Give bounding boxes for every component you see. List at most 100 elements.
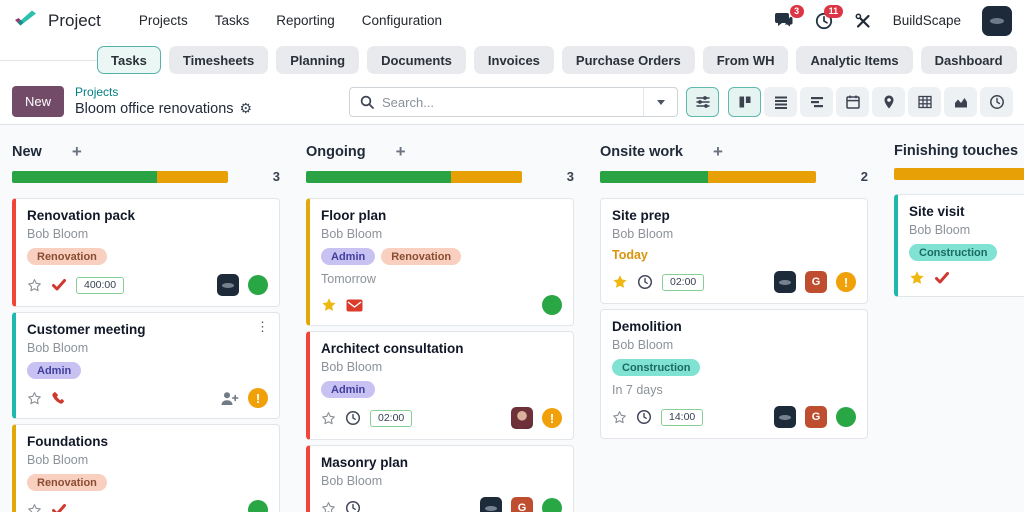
tab-dashboard[interactable]: Dashboard [921,46,1017,74]
star-icon[interactable] [321,501,336,512]
tag-pill[interactable]: Construction [909,244,997,261]
assignee-avatar[interactable] [774,406,796,428]
column-progressbar[interactable] [306,171,522,183]
tab-timesheets[interactable]: Timesheets [169,46,268,74]
kanban-view-button[interactable] [728,87,761,117]
clock-icon[interactable] [345,410,361,426]
progress-success-segment[interactable] [306,171,451,183]
menu-item-reporting[interactable]: Reporting [276,13,335,28]
new-button[interactable]: New [12,86,64,117]
gantt-view-button[interactable] [800,87,833,117]
tag-pill[interactable]: Admin [321,248,375,265]
graph-view-button[interactable] [944,87,977,117]
assignee-avatar-letter[interactable]: G [805,406,827,428]
calendar-view-button[interactable] [836,87,869,117]
star-icon[interactable] [27,503,42,512]
task-card[interactable]: ⋮ Customer meeting Bob Bloom Admin [12,312,280,419]
assignee-avatar[interactable] [480,497,502,512]
tag-pill[interactable]: Admin [321,381,375,398]
tag-pill[interactable]: Renovation [27,474,107,491]
pivot-view-button[interactable] [908,87,941,117]
breadcrumb-parent-link[interactable]: Projects [75,85,252,100]
tag-pill[interactable]: Construction [612,359,700,376]
add-card-button[interactable]: + [72,143,82,160]
messages-button[interactable]: 3 [774,12,794,29]
card-menu-icon[interactable]: ⋮ [256,320,269,333]
status-done-icon[interactable] [542,295,562,315]
clock-icon[interactable] [636,409,652,425]
check-icon[interactable] [51,503,67,512]
progress-warning-segment[interactable] [708,171,816,183]
user-avatar[interactable] [982,6,1012,36]
task-card[interactable]: Demolition Bob Bloom Construction In 7 d… [600,309,868,439]
star-icon[interactable] [27,278,42,293]
person-plus-icon[interactable] [220,391,239,406]
check-icon[interactable] [51,278,67,292]
envelope-icon[interactable] [346,299,363,312]
menu-item-tasks[interactable]: Tasks [215,13,250,28]
progress-success-segment[interactable] [600,171,708,183]
column-progressbar[interactable] [894,168,1024,180]
assignee-avatar-photo[interactable] [511,407,533,429]
odoo-check-logo-icon[interactable] [12,9,39,33]
status-warning-icon[interactable]: ! [836,272,856,292]
clock-icon[interactable] [637,274,653,290]
tab-documents[interactable]: Documents [367,46,466,74]
list-view-button[interactable] [764,87,797,117]
tab-planning[interactable]: Planning [276,46,359,74]
settings-gear-icon[interactable]: ⚙ [240,100,253,118]
activity-view-button[interactable] [980,87,1013,117]
column-progressbar[interactable] [12,171,228,183]
column-progressbar[interactable] [600,171,816,183]
check-icon[interactable] [934,271,950,285]
status-warning-icon[interactable]: ! [248,388,268,408]
status-done-icon[interactable] [836,407,856,427]
assignee-avatar-letter[interactable]: G [511,497,533,512]
search-input[interactable] [374,95,643,110]
progress-warning-segment[interactable] [894,168,1024,180]
search-dropdown-toggle[interactable] [643,88,677,116]
add-card-button[interactable]: + [713,143,723,160]
task-card[interactable]: Site prep Bob Bloom Today 02:00 G ! [600,198,868,304]
status-done-icon[interactable] [248,275,268,295]
tab-invoices[interactable]: Invoices [474,46,554,74]
task-card[interactable]: Masonry plan Bob Bloom G [306,445,574,512]
task-card[interactable]: Architect consultation Bob Bloom Admin 0… [306,331,574,440]
assignee-avatar-letter[interactable]: G [805,271,827,293]
clock-icon[interactable] [345,500,361,512]
progress-warning-segment[interactable] [451,171,522,183]
assignee-avatar[interactable] [217,274,239,296]
progress-success-segment[interactable] [12,171,157,183]
tab-analytic-items[interactable]: Analytic Items [796,46,912,74]
task-card[interactable]: Foundations Bob Bloom Renovation [12,424,280,512]
status-done-icon[interactable] [248,500,268,512]
star-icon[interactable] [612,410,627,425]
company-name[interactable]: BuildScape [893,13,961,28]
tag-pill[interactable]: Renovation [27,248,107,265]
task-card[interactable]: Site visit Bob Bloom Construction [894,194,1024,297]
add-card-button[interactable]: + [396,143,406,160]
star-icon[interactable] [27,391,42,406]
task-card[interactable]: Floor plan Bob Bloom Admin Renovation To… [306,198,574,326]
tag-pill[interactable]: Renovation [381,248,461,265]
menu-item-projects[interactable]: Projects [139,13,188,28]
star-icon[interactable] [612,274,628,290]
tools-button[interactable] [854,12,872,30]
star-icon[interactable] [321,297,337,313]
phone-icon[interactable] [51,391,66,406]
assignee-avatar[interactable] [774,271,796,293]
star-icon[interactable] [321,411,336,426]
task-card[interactable]: Renovation pack Bob Bloom Renovation 400… [12,198,280,307]
menu-item-configuration[interactable]: Configuration [362,13,442,28]
tab-tasks[interactable]: Tasks [97,46,161,74]
progress-warning-segment[interactable] [157,171,228,183]
tag-pill[interactable]: Admin [27,362,81,379]
sliders-toggle-button[interactable] [686,87,719,117]
status-warning-icon[interactable]: ! [542,408,562,428]
star-icon[interactable] [909,270,925,286]
map-view-button[interactable] [872,87,905,117]
tab-from-wh[interactable]: From WH [703,46,789,74]
tab-purchase-orders[interactable]: Purchase Orders [562,46,695,74]
status-done-icon[interactable] [542,498,562,512]
activities-button[interactable]: 11 [815,12,833,30]
